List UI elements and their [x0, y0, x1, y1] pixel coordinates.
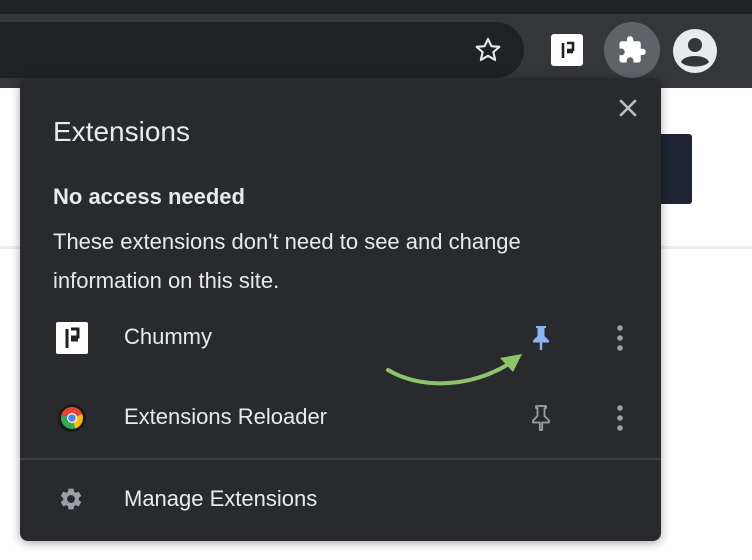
- section-description: These extensions don't need to see and c…: [53, 229, 521, 293]
- pin-icon[interactable]: [526, 402, 556, 434]
- close-icon[interactable]: [614, 94, 642, 122]
- extension-row-reloader[interactable]: Extensions Reloader: [20, 386, 661, 450]
- extension-row-chummy[interactable]: Chummy: [20, 306, 661, 370]
- popup-title: Extensions: [53, 116, 190, 147]
- chummy-icon: [56, 322, 88, 354]
- extensions-popup: Extensions No access needed These extens…: [20, 78, 661, 541]
- manage-extensions-label: Manage Extensions: [124, 486, 318, 511]
- pin-icon[interactable]: [526, 322, 556, 354]
- more-options-icon[interactable]: [605, 320, 635, 356]
- more-options-icon[interactable]: [605, 400, 635, 436]
- account-icon[interactable]: [672, 28, 718, 74]
- tab-strip: [0, 0, 752, 14]
- address-bar[interactable]: [0, 22, 524, 78]
- section-heading: No access needed: [53, 184, 245, 209]
- manage-extensions-item[interactable]: Manage Extensions: [20, 466, 661, 532]
- extension-name: Extensions Reloader: [124, 404, 328, 429]
- puzzle-icon[interactable]: [604, 22, 660, 78]
- annotation-arrow: [386, 354, 522, 386]
- reloader-icon: [56, 402, 88, 434]
- star-icon[interactable]: [470, 32, 506, 68]
- menu-divider: [20, 458, 661, 460]
- extension-name: Chummy: [124, 324, 213, 349]
- gear-icon: [56, 484, 86, 514]
- chummy-extension-icon[interactable]: [551, 34, 583, 66]
